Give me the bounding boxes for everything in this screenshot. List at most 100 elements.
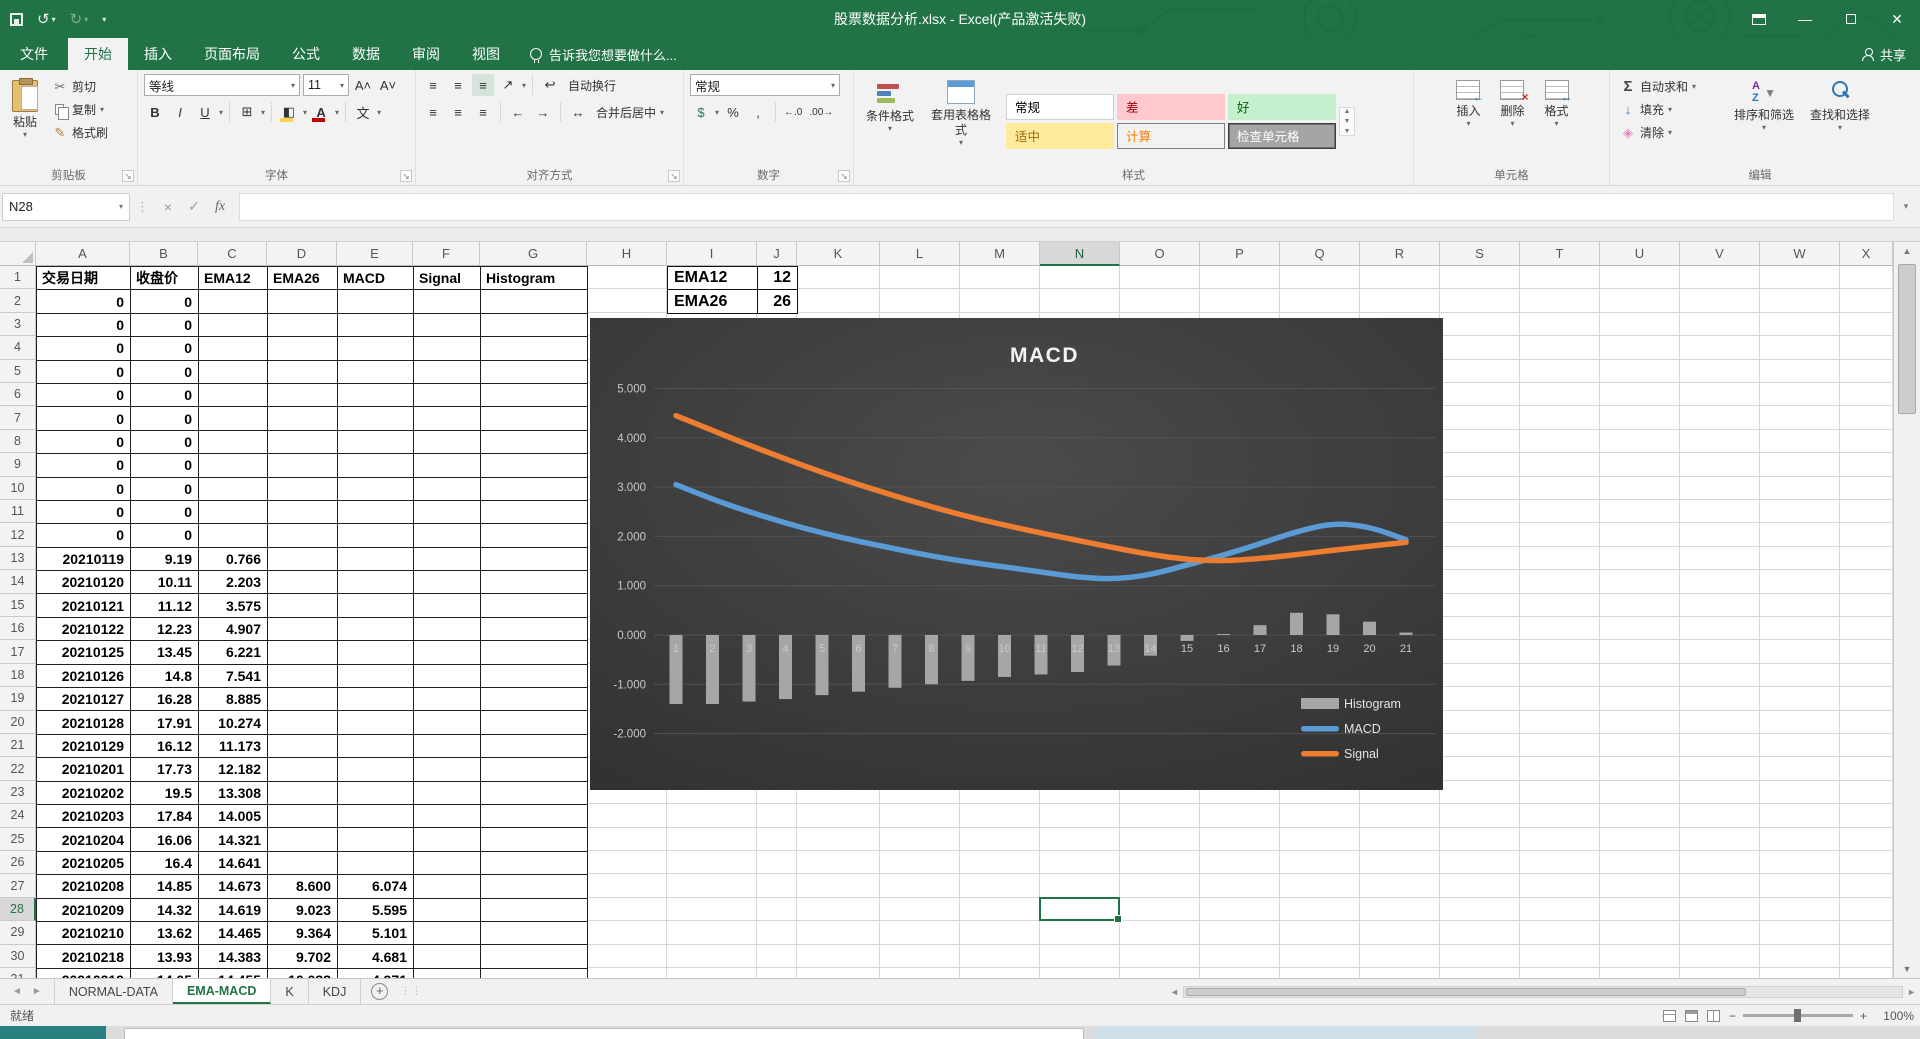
cell-C1[interactable]: EMA12 bbox=[199, 267, 268, 290]
column-header-L[interactable]: L bbox=[880, 242, 960, 266]
scroll-left-arrow[interactable]: ◄ bbox=[1170, 987, 1179, 997]
cell-E31[interactable]: 4.971 bbox=[338, 969, 414, 978]
phonetic-button[interactable]: 文 bbox=[352, 101, 374, 123]
ribbon-tab-公式[interactable]: 公式 bbox=[276, 38, 336, 70]
borders-button[interactable]: ⊞ bbox=[236, 101, 258, 123]
cell-E4[interactable] bbox=[338, 337, 414, 360]
cell-G18[interactable] bbox=[481, 665, 588, 688]
confirm-entry-button[interactable]: ✓ bbox=[181, 193, 207, 221]
cell-C24[interactable]: 14.005 bbox=[199, 805, 268, 828]
cell-D7[interactable] bbox=[268, 407, 338, 430]
comma-button[interactable]: , bbox=[747, 101, 769, 123]
close-button[interactable]: ✕ bbox=[1874, 0, 1920, 38]
cell-A1[interactable]: 交易日期 bbox=[37, 267, 131, 290]
cell-A27[interactable]: 20210208 bbox=[37, 875, 131, 898]
font-name-combo[interactable]: 等线▾ bbox=[144, 74, 300, 96]
row-header-16[interactable]: 16 bbox=[0, 617, 36, 640]
cell-C5[interactable] bbox=[199, 361, 268, 384]
cell-F10[interactable] bbox=[414, 478, 481, 501]
cell-E18[interactable] bbox=[338, 665, 414, 688]
cell-C14[interactable]: 2.203 bbox=[199, 571, 268, 594]
row-header-22[interactable]: 22 bbox=[0, 757, 36, 780]
cell-E8[interactable] bbox=[338, 431, 414, 454]
cell-C8[interactable] bbox=[199, 431, 268, 454]
cell-F18[interactable] bbox=[414, 665, 481, 688]
column-header-T[interactable]: T bbox=[1520, 242, 1600, 266]
column-header-N[interactable]: N bbox=[1040, 242, 1120, 266]
cell-C10[interactable] bbox=[199, 478, 268, 501]
cell-B20[interactable]: 17.91 bbox=[131, 711, 199, 734]
cell-B23[interactable]: 19.5 bbox=[131, 782, 199, 805]
cell-C12[interactable] bbox=[199, 524, 268, 547]
cell-G4[interactable] bbox=[481, 337, 588, 360]
tell-me-box[interactable]: 告诉我您想要做什么... bbox=[530, 38, 677, 70]
scroll-right-arrow[interactable]: ► bbox=[1907, 987, 1916, 997]
cell-D9[interactable] bbox=[268, 454, 338, 477]
ribbon-tab-开始[interactable]: 开始 bbox=[68, 38, 128, 70]
row-header-19[interactable]: 19 bbox=[0, 687, 36, 710]
cell-F1[interactable]: Signal bbox=[414, 267, 481, 290]
cell-B12[interactable]: 0 bbox=[131, 524, 199, 547]
cell-D30[interactable]: 9.702 bbox=[268, 945, 338, 968]
cell-A30[interactable]: 20210218 bbox=[37, 945, 131, 968]
cell-D24[interactable] bbox=[268, 805, 338, 828]
cell-F31[interactable] bbox=[414, 969, 481, 978]
cell-A7[interactable]: 0 bbox=[37, 407, 131, 430]
format-as-table-button[interactable]: 套用表格格式▾ bbox=[924, 74, 998, 168]
cell-A24[interactable]: 20210203 bbox=[37, 805, 131, 828]
cell-I2[interactable]: EMA26 bbox=[668, 290, 758, 313]
cell-D31[interactable]: 10.033 bbox=[268, 969, 338, 978]
maximize-button[interactable] bbox=[1828, 0, 1874, 38]
row-header-18[interactable]: 18 bbox=[0, 664, 36, 687]
row-header-1[interactable]: 1 bbox=[0, 266, 36, 289]
cell-A10[interactable]: 0 bbox=[37, 478, 131, 501]
ribbon-tab-插入[interactable]: 插入 bbox=[128, 38, 188, 70]
cell-E29[interactable]: 5.101 bbox=[338, 922, 414, 945]
cell-G13[interactable] bbox=[481, 548, 588, 571]
cell-G23[interactable] bbox=[481, 782, 588, 805]
cell-D14[interactable] bbox=[268, 571, 338, 594]
normal-view-button[interactable] bbox=[1663, 1010, 1676, 1022]
cell-E10[interactable] bbox=[338, 478, 414, 501]
column-header-M[interactable]: M bbox=[960, 242, 1040, 266]
cell-A19[interactable]: 20210127 bbox=[37, 688, 131, 711]
row-header-23[interactable]: 23 bbox=[0, 781, 36, 804]
row-header-9[interactable]: 9 bbox=[0, 453, 36, 476]
cell-A12[interactable]: 0 bbox=[37, 524, 131, 547]
tab-splitter-grip[interactable]: ⋮⋮ bbox=[400, 979, 422, 1004]
row-header-30[interactable]: 30 bbox=[0, 945, 36, 968]
cell-E15[interactable] bbox=[338, 594, 414, 617]
cell-E11[interactable] bbox=[338, 501, 414, 524]
cell-A28[interactable]: 20210209 bbox=[37, 899, 131, 922]
formula-bar-expand-button[interactable]: ▾ bbox=[1894, 201, 1918, 212]
cell-C4[interactable] bbox=[199, 337, 268, 360]
align-top-button[interactable]: ≡ bbox=[422, 74, 444, 96]
cell-E28[interactable]: 5.595 bbox=[338, 899, 414, 922]
ribbon-tab-页面布局[interactable]: 页面布局 bbox=[188, 38, 276, 70]
cell-A29[interactable]: 20210210 bbox=[37, 922, 131, 945]
cell-B9[interactable]: 0 bbox=[131, 454, 199, 477]
cell-F11[interactable] bbox=[414, 501, 481, 524]
align-right-button[interactable]: ≡ bbox=[472, 101, 494, 123]
cell-E2[interactable] bbox=[338, 290, 414, 313]
cell-F5[interactable] bbox=[414, 361, 481, 384]
ribbon-display-options-button[interactable] bbox=[1736, 0, 1782, 38]
cell-G30[interactable] bbox=[481, 945, 588, 968]
cell-G5[interactable] bbox=[481, 361, 588, 384]
column-header-V[interactable]: V bbox=[1680, 242, 1760, 266]
cell-C18[interactable]: 7.541 bbox=[199, 665, 268, 688]
cell-E5[interactable] bbox=[338, 361, 414, 384]
delete-cells-button[interactable]: × 删除▾ bbox=[1494, 74, 1530, 168]
cell-style-适中[interactable]: 适中 bbox=[1006, 123, 1114, 149]
cell-C9[interactable] bbox=[199, 454, 268, 477]
cell-E9[interactable] bbox=[338, 454, 414, 477]
cell-A23[interactable]: 20210202 bbox=[37, 782, 131, 805]
cell-C22[interactable]: 12.182 bbox=[199, 758, 268, 781]
cell-B11[interactable]: 0 bbox=[131, 501, 199, 524]
scroll-up-arrow[interactable]: ▲ bbox=[1894, 242, 1920, 260]
cell-E19[interactable] bbox=[338, 688, 414, 711]
cell-C29[interactable]: 14.465 bbox=[199, 922, 268, 945]
selected-cell[interactable] bbox=[1039, 897, 1120, 921]
merge-center-button[interactable]: 合并后居中▾ bbox=[592, 102, 668, 123]
font-size-combo[interactable]: 11▾ bbox=[303, 74, 349, 96]
